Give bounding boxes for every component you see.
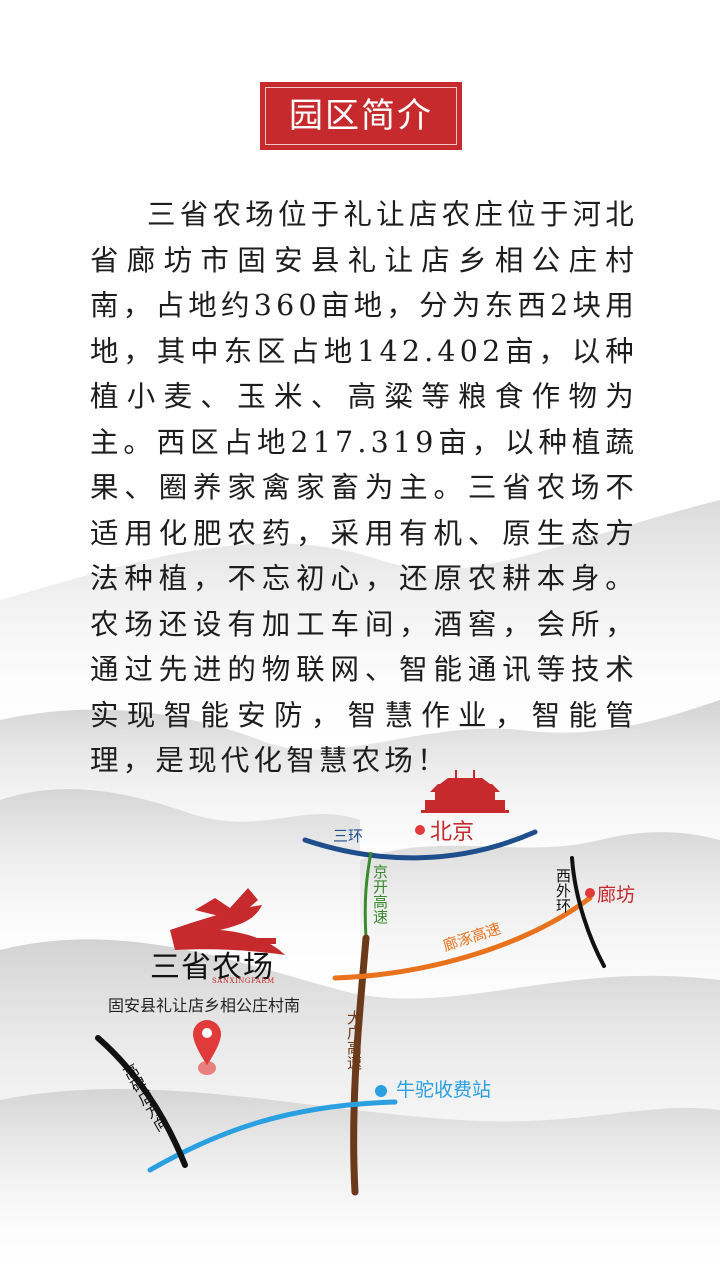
jingkai-label: 京开高速 xyxy=(371,864,389,924)
tiananmen-icon xyxy=(421,770,509,813)
section-title-box: 园区简介 xyxy=(260,82,462,150)
ring3-label: 三环 xyxy=(333,827,364,845)
farm-english-name: SANXINGFARM xyxy=(212,977,275,985)
location-map: 北京 三环 京开高速 大广高速 西外环 廊坊 廊涿高速 牛驼收费站 高碑店方向 … xyxy=(0,770,720,1230)
niutuo-label: 牛驼收费站 xyxy=(396,1079,492,1101)
location-pin-icon xyxy=(193,1020,221,1075)
section-title: 园区简介 xyxy=(289,96,433,136)
farm-address: 固安县礼让店乡相公庄村南 xyxy=(108,996,301,1015)
intro-paragraph: 三省农场位于礼让店农庄位于河北省廊坊市固安县礼让店乡相公庄村南，占地约360亩地… xyxy=(90,198,638,777)
xiwaihuan-label: 西外环 xyxy=(554,868,572,913)
langfang-label: 廊坊 xyxy=(597,884,636,906)
beijing-label: 北京 xyxy=(430,820,475,845)
daguang-label: 大广高速 xyxy=(345,1010,363,1070)
